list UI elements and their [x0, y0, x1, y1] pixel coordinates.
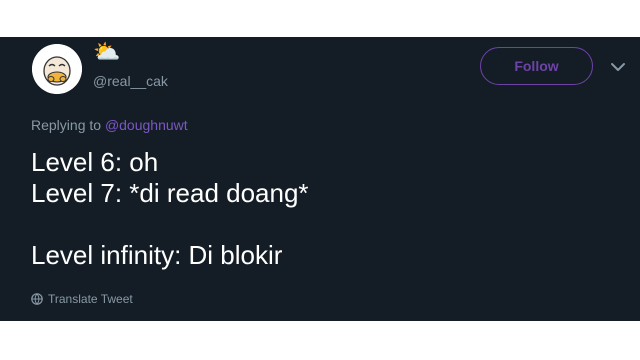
tweet-text-line: Level 7: *di read doang*	[31, 178, 309, 208]
tweet-text-line	[31, 209, 611, 240]
reply-context: Replying to @doughnuwt	[31, 117, 188, 133]
globe-icon	[31, 293, 43, 305]
follow-button[interactable]: Follow	[480, 47, 593, 85]
tweet-text-line: Level infinity: Di blokir	[31, 240, 283, 270]
tweet-text: Level 6: oh Level 7: *di read doang* Lev…	[31, 147, 611, 271]
chevron-down-icon[interactable]	[610, 60, 626, 72]
cartoon-face-avatar-icon	[32, 44, 82, 94]
user-handle[interactable]: @real__cak	[93, 73, 168, 89]
reply-mention-link[interactable]: @doughnuwt	[105, 117, 188, 133]
display-name[interactable]: ⛅	[93, 41, 120, 63]
reply-prefix: Replying to	[31, 117, 102, 133]
translate-label: Translate Tweet	[48, 292, 133, 306]
avatar[interactable]	[32, 44, 82, 94]
tweet-text-line: Level 6: oh	[31, 147, 159, 177]
translate-tweet-link[interactable]: Translate Tweet	[31, 292, 133, 306]
